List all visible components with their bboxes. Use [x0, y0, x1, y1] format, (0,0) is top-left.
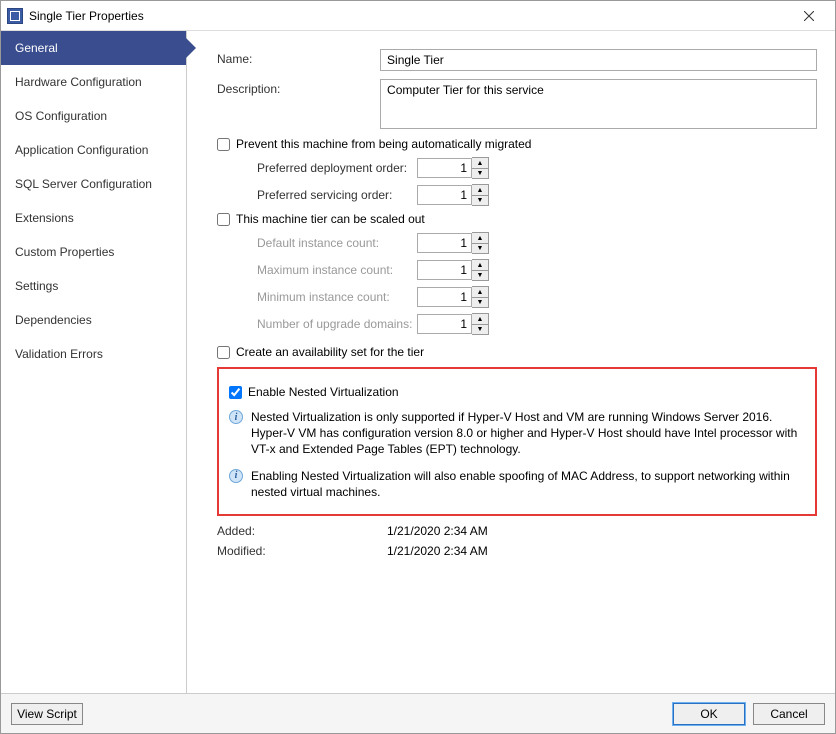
upgrade-domains-input[interactable] [417, 314, 472, 334]
min-instance-input[interactable] [417, 287, 472, 307]
sidebar-item-label: Extensions [15, 211, 74, 225]
upgrade-domains-label: Number of upgrade domains: [257, 317, 417, 331]
spin-up-icon[interactable]: ▲ [472, 260, 488, 270]
sidebar-item-settings[interactable]: Settings [1, 269, 186, 303]
sidebar-item-label: Custom Properties [15, 245, 114, 259]
sidebar-item-sql[interactable]: SQL Server Configuration [1, 167, 186, 201]
availability-set-label: Create an availability set for the tier [236, 345, 424, 359]
info-icon: i [229, 410, 243, 424]
sidebar-item-label: OS Configuration [15, 109, 107, 123]
sidebar-item-hardware[interactable]: Hardware Configuration [1, 65, 186, 99]
spin-up-icon[interactable]: ▲ [472, 287, 488, 297]
sidebar-item-general[interactable]: General [1, 31, 186, 65]
nested-virt-info1: Nested Virtualization is only supported … [251, 409, 805, 458]
spin-up-icon[interactable]: ▲ [472, 158, 488, 168]
min-instance-spinner[interactable]: ▲▼ [472, 286, 489, 308]
titlebar: Single Tier Properties [1, 1, 835, 31]
nested-virt-checkbox[interactable] [229, 386, 242, 399]
spin-down-icon[interactable]: ▼ [472, 270, 488, 280]
prevent-migrate-label: Prevent this machine from being automati… [236, 137, 531, 151]
modified-label: Modified: [217, 544, 387, 558]
description-textarea[interactable] [380, 79, 817, 129]
ok-button[interactable]: OK [673, 703, 745, 725]
sidebar-item-label: SQL Server Configuration [15, 177, 152, 191]
sidebar-item-label: Validation Errors [15, 347, 103, 361]
preferred-deploy-input[interactable] [417, 158, 472, 178]
view-script-button[interactable]: View Script [11, 703, 83, 725]
max-instance-spinner[interactable]: ▲▼ [472, 259, 489, 281]
max-instance-label: Maximum instance count: [257, 263, 417, 277]
sidebar: General Hardware Configuration OS Config… [1, 31, 187, 693]
preferred-deploy-label: Preferred deployment order: [257, 161, 417, 175]
spin-down-icon[interactable]: ▼ [472, 168, 488, 178]
sidebar-item-os[interactable]: OS Configuration [1, 99, 186, 133]
sidebar-item-label: Hardware Configuration [15, 75, 142, 89]
close-button[interactable] [789, 2, 829, 30]
cancel-button[interactable]: Cancel [753, 703, 825, 725]
default-instance-spinner[interactable]: ▲▼ [472, 232, 489, 254]
window-title: Single Tier Properties [29, 9, 789, 23]
spin-up-icon[interactable]: ▲ [472, 185, 488, 195]
scale-out-label: This machine tier can be scaled out [236, 212, 425, 226]
sidebar-item-label: Dependencies [15, 313, 92, 327]
spin-down-icon[interactable]: ▼ [472, 324, 488, 334]
info-icon: i [229, 469, 243, 483]
close-icon [804, 11, 814, 21]
added-label: Added: [217, 524, 387, 538]
nested-virt-highlight: Enable Nested Virtualization i Nested Vi… [217, 367, 817, 516]
main-panel: Name: Description: Prevent this machine … [187, 31, 835, 693]
spin-up-icon[interactable]: ▲ [472, 233, 488, 243]
content: General Hardware Configuration OS Config… [1, 31, 835, 693]
nested-virt-label: Enable Nested Virtualization [248, 385, 399, 399]
name-input[interactable] [380, 49, 817, 71]
default-instance-input[interactable] [417, 233, 472, 253]
modified-value: 1/21/2020 2:34 AM [387, 544, 488, 558]
spin-down-icon[interactable]: ▼ [472, 297, 488, 307]
preferred-deploy-spinner[interactable]: ▲▼ [472, 157, 489, 179]
footer: View Script OK Cancel [1, 693, 835, 733]
sidebar-item-application[interactable]: Application Configuration [1, 133, 186, 167]
sidebar-item-validation-errors[interactable]: Validation Errors [1, 337, 186, 371]
upgrade-domains-spinner[interactable]: ▲▼ [472, 313, 489, 335]
min-instance-label: Minimum instance count: [257, 290, 417, 304]
name-label: Name: [217, 49, 380, 66]
prevent-migrate-checkbox[interactable] [217, 138, 230, 151]
spin-down-icon[interactable]: ▼ [472, 195, 488, 205]
description-label: Description: [217, 79, 380, 96]
app-icon [7, 8, 23, 24]
preferred-service-spinner[interactable]: ▲▼ [472, 184, 489, 206]
max-instance-input[interactable] [417, 260, 472, 280]
default-instance-label: Default instance count: [257, 236, 417, 250]
preferred-service-input[interactable] [417, 185, 472, 205]
sidebar-item-extensions[interactable]: Extensions [1, 201, 186, 235]
added-value: 1/21/2020 2:34 AM [387, 524, 488, 538]
scale-out-checkbox[interactable] [217, 213, 230, 226]
nested-virt-info2: Enabling Nested Virtualization will also… [251, 468, 805, 500]
sidebar-item-label: Application Configuration [15, 143, 148, 157]
spin-down-icon[interactable]: ▼ [472, 243, 488, 253]
availability-set-checkbox[interactable] [217, 346, 230, 359]
sidebar-item-label: General [15, 41, 58, 55]
preferred-service-label: Preferred servicing order: [257, 188, 417, 202]
sidebar-item-custom-properties[interactable]: Custom Properties [1, 235, 186, 269]
sidebar-item-label: Settings [15, 279, 58, 293]
sidebar-item-dependencies[interactable]: Dependencies [1, 303, 186, 337]
spin-up-icon[interactable]: ▲ [472, 314, 488, 324]
